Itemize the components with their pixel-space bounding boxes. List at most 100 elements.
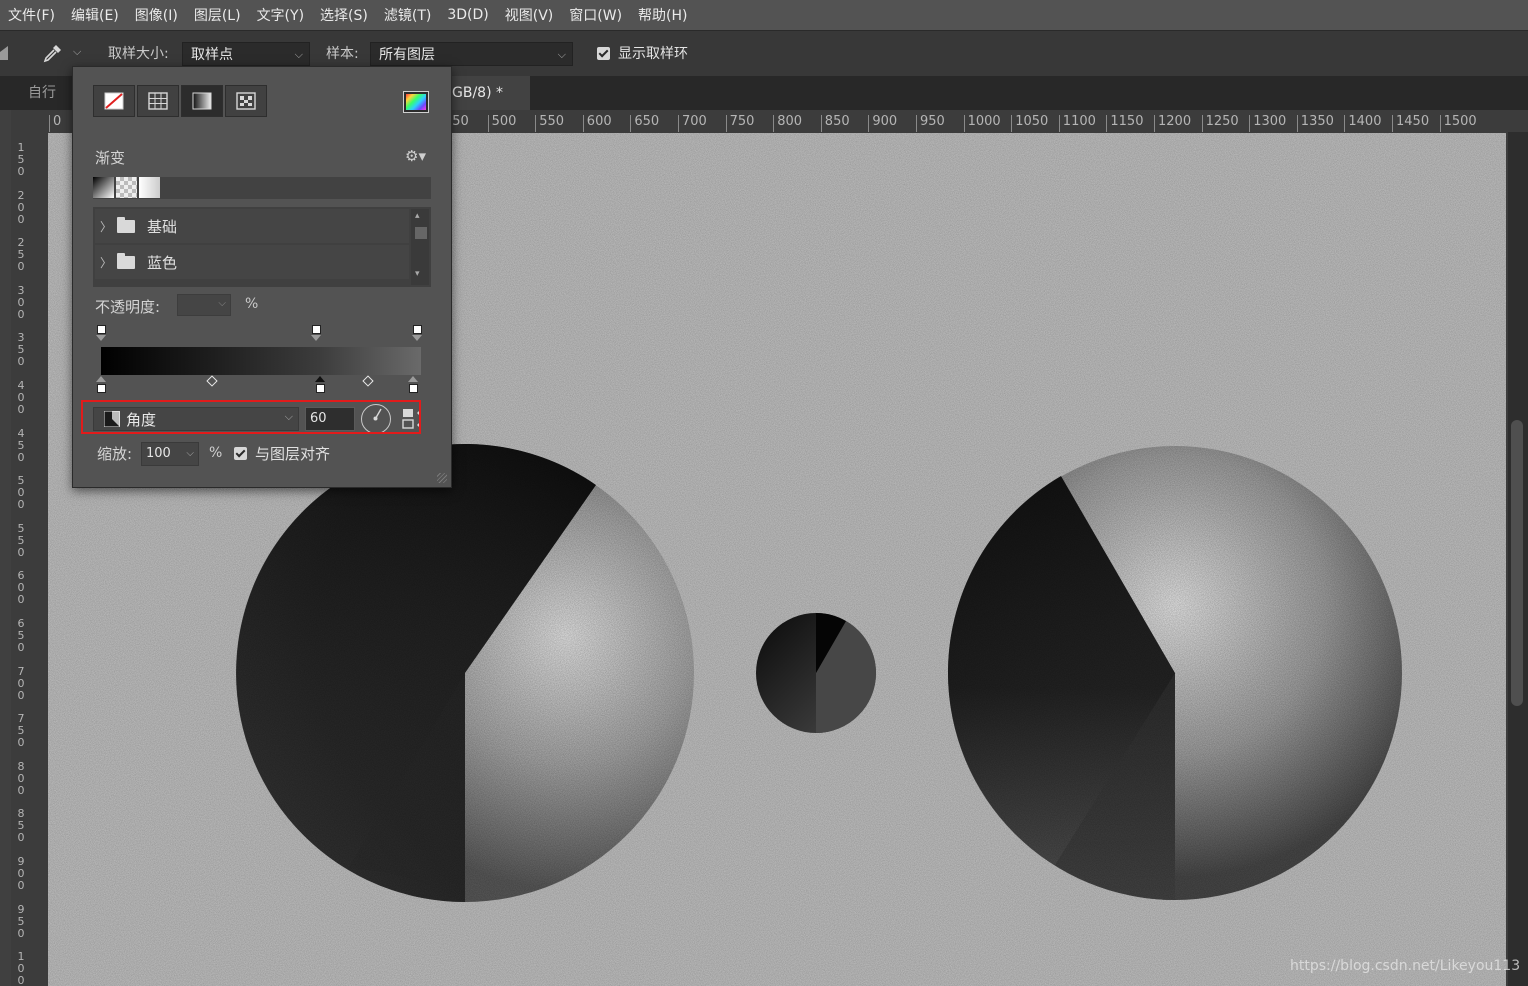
ruler-label: 900 — [17, 855, 25, 892]
menu-filter[interactable]: 滤镜(T) — [376, 5, 439, 25]
ruler-label: 1300 — [1249, 115, 1286, 132]
gradient-swatch[interactable] — [139, 177, 160, 198]
tools-panel-edge — [0, 110, 11, 986]
ruler-label: 150 — [17, 141, 25, 178]
ruler-label: 800 — [17, 759, 25, 797]
color-stop[interactable] — [409, 384, 418, 393]
sample-select[interactable]: 所有图层 ⌵ — [370, 42, 573, 66]
opacity-input[interactable]: ⌵ — [177, 294, 231, 316]
color-stop-pointer — [408, 376, 418, 382]
ruler-label: 100 — [17, 950, 25, 986]
ruler-label: 1050 — [1011, 115, 1048, 132]
ruler-label: 500 — [17, 474, 25, 512]
vertical-ruler: 150 200 250 300 350 400 450 500 550 600 650 700 750 8… — [11, 110, 33, 986]
ruler-label: 1350 — [1296, 115, 1334, 132]
menu-window[interactable]: 窗口(W) — [561, 5, 630, 25]
color-stop[interactable] — [97, 384, 106, 393]
ruler-label: 550 — [17, 521, 25, 559]
opacity-stop[interactable] — [413, 325, 422, 334]
scale-label: 缩放: — [97, 445, 133, 463]
sample-size-label: 取样大小: — [108, 46, 169, 62]
ruler-label: 1100 — [1058, 115, 1096, 132]
menu-select[interactable]: 选择(S) — [312, 5, 376, 25]
menu-layer[interactable]: 图层(L) — [186, 5, 249, 25]
scale-input[interactable]: 100 ⌵ — [141, 442, 199, 466]
color-picker-button[interactable] — [403, 91, 429, 113]
grid-icon — [148, 92, 168, 110]
folder-basic[interactable]: 〉 基础 — [95, 209, 409, 243]
sample-size-select[interactable]: 取样点 ⌵ — [182, 42, 310, 66]
left-angle-gradient-circle — [236, 444, 694, 902]
ruler-label: 700 — [17, 664, 25, 702]
gear-icon[interactable]: ⚙▾ — [405, 147, 426, 165]
chevron-right-icon[interactable]: 〉 — [95, 254, 117, 271]
menu-help[interactable]: 帮助(H) — [630, 5, 695, 25]
opacity-stop[interactable] — [312, 325, 321, 334]
eyedropper-icon[interactable] — [42, 42, 64, 64]
ruler-label: 450 — [17, 426, 25, 464]
ruler-label: 650 — [17, 617, 25, 654]
ruler-label: 950 — [916, 115, 945, 132]
ruler-label: 900 — [868, 115, 897, 132]
ruler-label: 250 — [17, 236, 25, 274]
menu-edit[interactable]: 编辑(E) — [63, 5, 127, 25]
ruler-label: 200 — [17, 188, 25, 226]
gradient-icon — [192, 92, 212, 110]
ruler-label: 750 — [17, 712, 25, 750]
chevron-right-icon[interactable]: 〉 — [95, 218, 117, 235]
scroll-down-icon[interactable]: ▾ — [415, 269, 420, 279]
opacity-stop[interactable] — [97, 325, 106, 334]
color-stop-selected[interactable] — [316, 384, 325, 393]
chevron-down-icon: ⌵ — [557, 48, 566, 61]
ruler-label: 650 — [630, 115, 659, 132]
tree-scrollbar[interactable]: ▴ ▾ — [411, 209, 429, 285]
ruler-label: 550 — [535, 115, 564, 132]
menu-file[interactable]: 文件(F) — [0, 5, 63, 25]
gradient-swatch[interactable] — [116, 177, 137, 198]
menu-bar: 文件(F) 编辑(E) 图像(I) 图层(L) 文字(Y) 选择(S) 滤镜(T… — [0, 0, 1528, 30]
ruler-label: 1150 — [1106, 115, 1143, 132]
scale-unit: % — [209, 445, 223, 461]
no-fill-button[interactable] — [93, 85, 135, 117]
pattern-button[interactable] — [225, 85, 267, 117]
sample-size-value: 取样点 — [191, 47, 233, 63]
solid-color-button[interactable] — [137, 85, 179, 117]
color-stop-pointer — [315, 376, 325, 382]
ruler-label: 400 — [17, 379, 25, 416]
midpoint-diamond[interactable] — [362, 375, 374, 387]
midpoint-diamond[interactable] — [206, 375, 218, 387]
tool-preset-chevron-icon[interactable]: ⌵ — [73, 45, 81, 59]
gradient-fill-panel: 渐变 ⚙▾ 〉 基础 〉 蓝色 ▴ ▾ 不透明度: ⌵ % 角度 ⌵ 60 缩放… — [72, 66, 452, 488]
opacity-unit: % — [245, 296, 259, 312]
tab-bicycle[interactable]: 自行车 — [16, 76, 74, 135]
menu-type[interactable]: 文字(Y) — [249, 5, 312, 25]
ruler-label: 300 — [17, 283, 25, 321]
menu-image[interactable]: 图像(I) — [127, 5, 186, 25]
menu-view[interactable]: 视图(V) — [497, 5, 562, 25]
ruler-label: 850 — [17, 807, 25, 845]
ruler-label: 1200 — [1154, 115, 1191, 132]
home-icon[interactable] — [0, 44, 10, 62]
show-ring-checkbox[interactable] — [597, 47, 610, 60]
menu-3d[interactable]: 3D(D) — [439, 7, 496, 23]
tab-current-document[interactable]: GB/8) * × — [440, 76, 530, 135]
ruler-label: 700 — [678, 115, 707, 132]
ruler-label: 800 — [773, 115, 802, 132]
ruler-label: 1450 — [1392, 115, 1429, 132]
gradient-button[interactable] — [181, 85, 223, 117]
tree-scroll-thumb[interactable] — [415, 227, 427, 239]
show-ring-label: 显示取样环 — [618, 46, 688, 62]
gradient-swatch[interactable] — [93, 177, 114, 198]
gradient-preview-bar[interactable] — [101, 347, 421, 375]
scroll-up-icon[interactable]: ▴ — [415, 211, 420, 221]
recent-gradients-row — [93, 177, 431, 199]
resize-grip-icon[interactable] — [437, 473, 447, 483]
scrollbar-thumb[interactable] — [1511, 420, 1523, 706]
align-with-layer-checkbox[interactable] — [234, 447, 247, 460]
folder-icon — [117, 252, 135, 269]
folder-blue[interactable]: 〉 蓝色 — [95, 245, 409, 279]
ruler-label: 950 — [17, 902, 25, 940]
right-angle-gradient-circle — [947, 446, 1402, 900]
ruler-label: 850 — [820, 115, 850, 132]
scale-value: 100 — [146, 446, 171, 461]
